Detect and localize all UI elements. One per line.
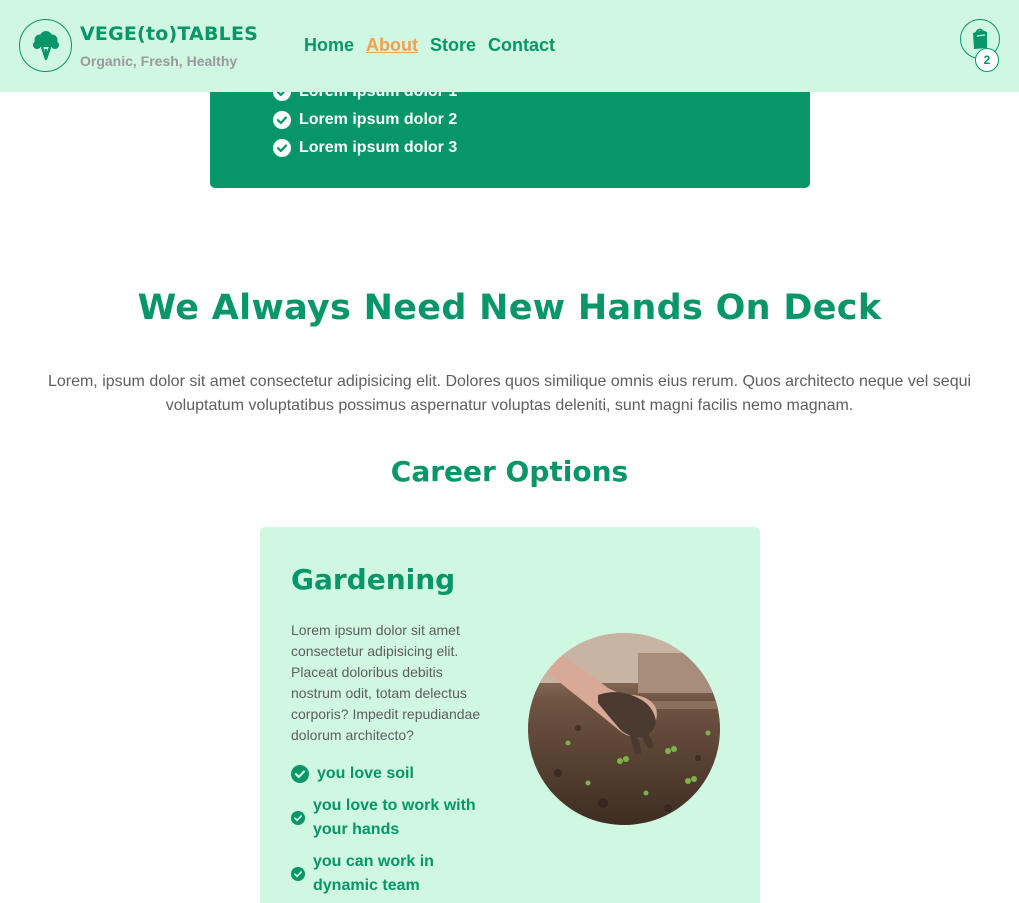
nav-about[interactable]: About <box>366 35 418 56</box>
list-item: Lorem ipsum dolor 3 <box>273 134 457 162</box>
main-nav: Home About Store Contact <box>304 35 555 56</box>
nav-contact[interactable]: Contact <box>488 35 555 56</box>
check-circle-icon <box>291 811 305 825</box>
intro-text: Lorem, ipsum dolor sit amet consectetur … <box>47 373 972 414</box>
perk-label: you love soil <box>317 765 414 782</box>
brand-tagline: Organic, Fresh, Healthy <box>80 53 238 69</box>
list-item: Lorem ipsum dolor 2 <box>273 106 457 134</box>
career-heading: Career Options <box>390 455 629 488</box>
career-card-description: Lorem ipsum dolor sit amet consectetur a… <box>291 622 481 743</box>
list-item-label: Lorem ipsum dolor 2 <box>299 111 458 128</box>
nav-store[interactable]: Store <box>430 35 476 56</box>
perk-label: you love to work with your hands <box>313 797 476 838</box>
career-card-title: Gardening <box>291 563 456 596</box>
career-perks-list: you love soil you love to work with your… <box>291 762 491 903</box>
nav-home[interactable]: Home <box>304 35 354 56</box>
cart-count-badge: 2 <box>975 48 999 72</box>
list-item: you love soil <box>291 762 491 786</box>
site-header: VEGE(to)TABLES Organic, Fresh, Healthy H… <box>0 0 1019 92</box>
check-circle-icon <box>291 765 309 783</box>
list-item: you love to work with your hands <box>291 794 491 842</box>
perk-label: you can work in dynamic team <box>313 853 434 894</box>
page-heading: We Always Need New Hands On Deck <box>137 288 882 328</box>
check-circle-icon <box>273 139 291 157</box>
check-circle-icon <box>291 867 305 881</box>
gardening-photo <box>528 633 720 825</box>
list-item-label: Lorem ipsum dolor 3 <box>299 139 458 156</box>
logo[interactable] <box>19 19 72 72</box>
list-item: you can work in dynamic team <box>291 850 491 898</box>
check-circle-icon <box>273 111 291 129</box>
brand-name: VEGE(to)TABLES <box>80 23 259 45</box>
broccoli-icon <box>32 30 59 60</box>
